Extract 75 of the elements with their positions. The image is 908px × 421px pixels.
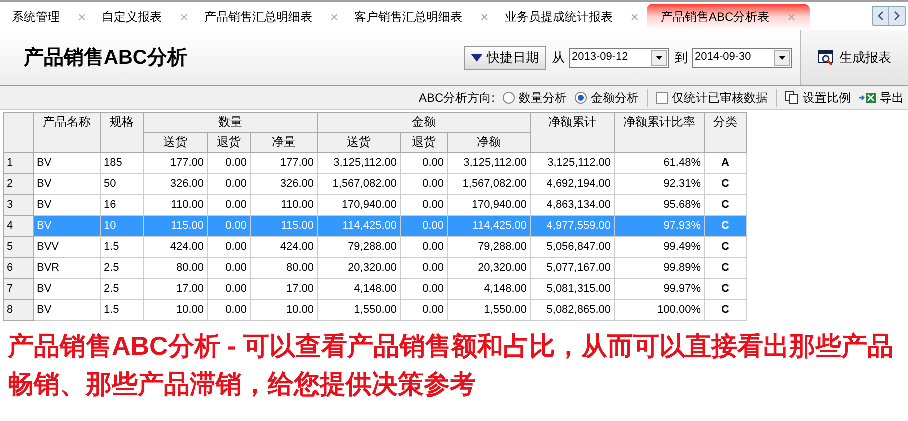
report-search-icon — [818, 50, 834, 66]
table-cell: 100.00% — [614, 300, 704, 320]
date-field[interactable]: 2014-09-30 — [692, 48, 792, 68]
table-row[interactable]: 5 BVV 1.5 424.00 0.00 424.00 79,288.00 0.00 79,288.00 5,056,847.00 99.49% C — [4, 236, 746, 258]
tab[interactable]: 业务员提成统计报表 × — [496, 4, 647, 30]
column-header[interactable]: 数量 — [144, 112, 318, 132]
column-header[interactable]: 净额累计 — [530, 112, 614, 152]
tab-label: 客户销售汇总明细表 — [354, 9, 463, 26]
column-header[interactable]: 产品名称 — [34, 112, 100, 152]
quick-date-button[interactable]: 快捷日期 — [464, 46, 546, 70]
table-row[interactable]: 1 BV 185 177.00 0.00 177.00 3,125,112.00 0.00 3,125,112.00 3,125,112.00 61.48% A — [4, 152, 746, 174]
table-row[interactable]: 3 BV 16 110.00 0.00 110.00 170,940.00 0.00 170,940.00 4,863,134.00 95.68% C — [4, 194, 746, 216]
column-header[interactable]: 送货 — [144, 132, 208, 152]
row-number: 2 — [4, 174, 34, 194]
dropdown-icon[interactable] — [774, 50, 790, 66]
table-row[interactable]: 4 BV 10 115.00 0.00 115.00 114,425.00 0.00 114,425.00 4,977,559.00 97.93% C — [4, 216, 746, 236]
generate-report-button[interactable]: 生成报表 — [800, 30, 908, 85]
caption-text: 产品销售ABC分析 - 可以查看产品销售额和占比，从而可以直接看出那些产品畅销、那些产品滞销，给您提供决策参考 — [6, 330, 894, 401]
tab[interactable]: 自定义报表 × — [94, 4, 196, 30]
table-cell: 5,082,865.00 — [530, 300, 614, 320]
column-header[interactable]: 分类 — [704, 112, 746, 152]
row-number: 6 — [4, 258, 34, 278]
dropdown-icon — [471, 54, 483, 62]
tab-label: 业务员提成统计报表 — [504, 9, 613, 26]
row-number: 4 — [4, 216, 34, 236]
column-header[interactable]: 金额 — [318, 112, 530, 132]
row-number: 7 — [4, 278, 34, 300]
radio-button[interactable] — [503, 92, 515, 104]
column-header[interactable]: 净额累计比率 — [614, 112, 704, 152]
radio-option[interactable]: 金额分析 — [575, 88, 639, 106]
column-header[interactable]: 规格 — [100, 112, 144, 152]
column-header[interactable]: 净量 — [250, 132, 318, 152]
table-cell: 10.00 — [250, 300, 318, 320]
table-cell: 1,550.00 — [318, 300, 400, 320]
tab-label: 系统管理 — [12, 9, 60, 26]
column-header[interactable]: 退货 — [208, 132, 250, 152]
tab-label: 自定义报表 — [102, 9, 162, 26]
table-cell: 10.00 — [144, 300, 208, 320]
table-cell: BV — [34, 300, 100, 320]
dropdown-icon[interactable] — [651, 50, 667, 66]
analysis-direction-label: ABC分析方向: — [418, 90, 495, 106]
table-cell: C — [704, 300, 746, 320]
table-cell: 1,550.00 — [448, 300, 530, 320]
page-title: 产品销售ABC分析 — [22, 46, 188, 70]
export-button[interactable]: 导出 — [859, 88, 904, 106]
date-field[interactable]: 2013-09-12 — [569, 48, 669, 68]
table-row[interactable]: 6 BVR 2.5 80.00 0.00 80.00 20,320.00 0.00 20,320.00 5,077,167.00 99.89% C — [4, 258, 746, 278]
tab-label: 产品销售汇总明细表 — [204, 9, 312, 26]
radio-button[interactable] — [575, 92, 587, 104]
radio-option[interactable]: 数量分析 — [503, 88, 567, 106]
column-header[interactable]: 送货 — [318, 132, 400, 152]
table-cell: 0.00 — [208, 300, 250, 320]
date-label: 从 — [552, 48, 565, 67]
column-header[interactable]: 净额 — [448, 132, 530, 152]
table-row[interactable]: 8 BV 1.5 10.00 0.00 10.00 1,550.00 0.00 1,550.00 5,082,865.00 100.00% C — [4, 300, 746, 320]
table-cell: 0.00 — [400, 300, 448, 320]
row-number: 3 — [4, 194, 34, 216]
tab[interactable]: 客户销售汇总明细表 × — [346, 4, 497, 30]
column-header[interactable]: 退货 — [400, 132, 448, 152]
table-row[interactable]: 2 BV 50 326.00 0.00 326.00 1,567,082.00 0.00 1,567,082.00 4,692,194.00 92.31% C — [4, 174, 746, 194]
table-row[interactable]: 7 BV 2.5 17.00 0.00 17.00 4,148.00 0.00 4,148.00 5,081,315.00 99.97% C — [4, 278, 746, 300]
row-number: 8 — [4, 300, 34, 320]
row-number: 5 — [4, 236, 34, 258]
tab[interactable]: 产品销售ABC分析表 × — [646, 4, 810, 30]
spreadsheet-export-icon — [859, 92, 877, 104]
copy-pages-icon — [785, 90, 799, 104]
table-cell: 1.5 — [100, 300, 144, 320]
row-number: 1 — [4, 152, 34, 174]
date-label: 到 — [675, 48, 688, 67]
tab[interactable]: 产品销售汇总明细表 × — [196, 4, 347, 30]
tab[interactable]: 系统管理 × — [4, 4, 94, 30]
set-ratio-button[interactable]: 设置比例 — [785, 88, 851, 106]
checkbox-option[interactable]: 仅统计已审核数据 — [656, 88, 768, 106]
checkbox[interactable] — [656, 92, 668, 104]
tab-label: 产品销售ABC分析表 — [660, 9, 770, 26]
